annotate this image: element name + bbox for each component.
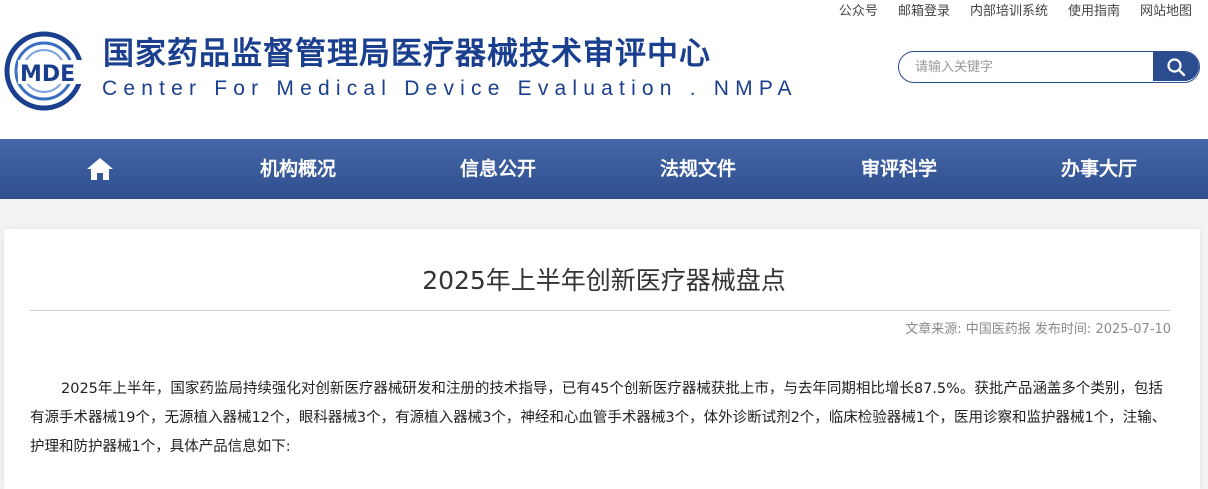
- date-label: 发布时间:: [1034, 322, 1092, 337]
- search-input[interactable]: [913, 52, 1147, 82]
- date-value: 2025-07-10: [1095, 322, 1171, 337]
- search-icon: [1167, 57, 1186, 76]
- search-box: [898, 51, 1200, 83]
- top-link-training-system[interactable]: 内部培训系统: [970, 2, 1048, 22]
- title-divider: [30, 310, 1170, 311]
- mde-logo-icon[interactable]: MDE: [4, 30, 96, 112]
- main-nav: 机构概况 信息公开 法规文件 审评科学 办事大厅: [0, 139, 1208, 199]
- site-name-cn: 国家药品监督管理局医疗器械技术审评中心: [103, 36, 711, 72]
- nav-item-organization[interactable]: 机构概况: [260, 139, 336, 199]
- source-label: 文章来源:: [905, 322, 962, 337]
- nav-item-service-hall[interactable]: 办事大厅: [1061, 139, 1137, 199]
- top-link-wechat[interactable]: 公众号: [839, 2, 878, 22]
- article-title: 2025年上半年创新医疗器械盘点: [422, 266, 786, 295]
- top-link-user-guide[interactable]: 使用指南: [1068, 2, 1120, 22]
- home-icon[interactable]: [86, 157, 114, 181]
- top-link-mail-login[interactable]: 邮箱登录: [898, 2, 950, 22]
- nav-item-review-science[interactable]: 审评科学: [861, 139, 937, 199]
- top-links: 公众号 邮箱登录 内部培训系统 使用指南 网站地图: [819, 2, 1192, 22]
- top-link-sitemap[interactable]: 网站地图: [1140, 2, 1192, 22]
- site-header: 公众号 邮箱登录 内部培训系统 使用指南 网站地图 MDE 国家药品监督管理局医…: [0, 0, 1208, 139]
- nav-item-info-disclosure[interactable]: 信息公开: [460, 139, 536, 199]
- source-value: 中国医药报: [965, 322, 1031, 337]
- search-button[interactable]: [1153, 52, 1199, 81]
- svg-text:MDE: MDE: [20, 62, 75, 87]
- article-meta: 文章来源: 中国医药报 发布时间: 2025-07-10: [905, 321, 1171, 339]
- nav-item-regulations[interactable]: 法规文件: [660, 139, 736, 199]
- site-name-en: Center For Medical Device Evaluation . N…: [102, 77, 798, 100]
- article-paragraph: 2025年上半年，国家药监局持续强化对创新医疗器械研发和注册的技术指导，已有45…: [30, 381, 1167, 455]
